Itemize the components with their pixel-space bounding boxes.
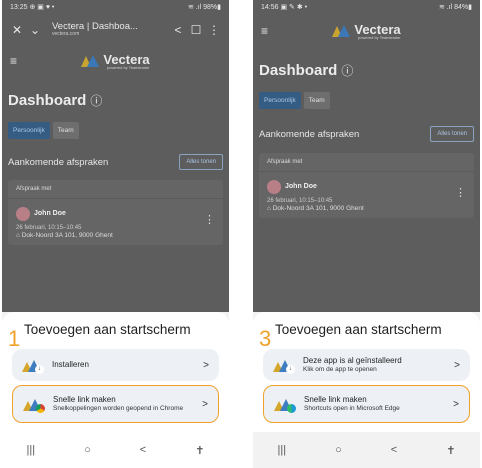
logo-sub: powered by Teamleader: [358, 34, 401, 40]
app-install-icon: ↓: [22, 356, 44, 374]
accessibility-icon[interactable]: ✝: [195, 444, 204, 457]
app-header: ≡ Vectera powered by Teamleader: [2, 46, 229, 76]
tab-team[interactable]: Team: [52, 122, 79, 139]
hamburger-menu-icon[interactable]: ≡: [261, 24, 281, 38]
appointment-card[interactable]: Afspraak met John Doe 26 februari, 10:15…: [259, 153, 474, 218]
tab-personal[interactable]: Persoonlijk: [259, 92, 301, 109]
hamburger-menu-icon[interactable]: ≡: [10, 54, 30, 68]
appointment-card[interactable]: Afspraak met John Doe 26 februari, 10:15…: [8, 180, 223, 245]
logo-sub: powered by Teamleader: [107, 64, 150, 70]
accessibility-icon[interactable]: ✝: [446, 444, 455, 457]
app-install-icon: ↓: [273, 356, 295, 374]
appointment-time: 26 februari, 10:15–10:45: [16, 225, 82, 231]
card-header: Afspraak met: [8, 180, 223, 199]
right-phone-screenshot: 14:56 ▣ ✎ ✱ • ≋ .ıl 84%▮ ≡ Vectera power…: [253, 0, 480, 468]
close-icon[interactable]: ✕: [8, 23, 26, 37]
status-bar: 13:25 ⊕ ▣ ♥ • ≋ .ıl 98%▮: [2, 0, 229, 14]
status-time: 13:25 ⊕ ▣ ♥ •: [10, 4, 55, 11]
appointment-address: ⌂ Dok-Noord 3A 101, 9000 Ghent: [16, 232, 113, 239]
attendee-name: John Doe: [34, 210, 66, 218]
info-icon[interactable]: ⓘ: [90, 94, 102, 108]
logo-mark-icon: [332, 25, 351, 37]
show-all-button[interactable]: Alles tonen: [179, 154, 223, 170]
step-number: 3: [259, 326, 272, 351]
already-installed-option[interactable]: ↓ Deze app is al geïnstalleerd Klik om d…: [263, 349, 470, 381]
logo-name: Vectera: [103, 51, 150, 67]
tab-personal[interactable]: Persoonlijk: [8, 122, 50, 139]
sheet-title: Toevoegen aan startscherm: [24, 322, 191, 337]
info-icon[interactable]: ⓘ: [341, 64, 353, 78]
more-vert-icon[interactable]: ⋮: [205, 23, 223, 37]
recents-icon[interactable]: |||: [27, 444, 36, 456]
add-to-homescreen-sheet: 3 Toevoegen aan startscherm ↓ Deze app i…: [253, 312, 480, 468]
tab-team[interactable]: Team: [303, 92, 330, 109]
show-all-button[interactable]: Alles tonen: [430, 126, 474, 142]
logo-name: Vectera: [354, 21, 401, 37]
left-phone-screenshot: 13:25 ⊕ ▣ ♥ • ≋ .ıl 98%▮ ✕ ⌄ Vectera | D…: [2, 0, 229, 468]
card-header: Afspraak met: [259, 153, 474, 172]
back-icon[interactable]: <: [391, 444, 397, 456]
status-time: 14:56 ▣ ✎ ✱ •: [261, 4, 308, 11]
home-icon[interactable]: ○: [335, 444, 342, 456]
status-bar: 14:56 ▣ ✎ ✱ • ≋ .ıl 84%▮: [253, 0, 480, 14]
status-indicators: ≋ .ıl 98%▮: [187, 4, 221, 11]
address-text: Dok-Noord 3A 101, 9000 Ghent: [272, 205, 364, 212]
section-label: Aankomende afspraken: [8, 156, 109, 168]
vectera-logo: Vectera powered by Teamleader: [281, 23, 452, 40]
chevron-down-icon[interactable]: ⌄: [26, 23, 44, 37]
step-number: 1: [8, 326, 21, 351]
vectera-logo: Vectera powered by Teamleader: [30, 53, 201, 70]
chevron-right-icon: >: [454, 359, 460, 371]
more-vert-icon[interactable]: ⋮: [455, 186, 466, 199]
tab-bar: Persoonlijk Team: [259, 92, 330, 109]
chevron-right-icon: >: [453, 398, 459, 410]
option-label: Snelle link maken: [53, 395, 116, 405]
chevron-right-icon: >: [203, 359, 209, 371]
attendee-name: John Doe: [285, 183, 317, 191]
option-label: Installeren: [52, 360, 89, 370]
option-label: Snelle link maken: [304, 395, 367, 405]
status-indicators: ≋ .ıl 84%▮: [438, 4, 472, 11]
android-nav-bar: ||| ○ < ✝: [2, 432, 229, 468]
option-label: Deze app is al geïnstalleerd: [303, 356, 402, 366]
recents-icon[interactable]: |||: [278, 444, 287, 456]
home-icon[interactable]: ○: [84, 444, 91, 456]
install-option[interactable]: ↓ Installeren >: [12, 349, 219, 381]
bookmark-icon[interactable]: ☐: [187, 23, 205, 37]
dashboard-title: Dashboard ⓘ: [8, 92, 102, 109]
edge-shortcut-icon: [274, 395, 296, 413]
browser-title[interactable]: Vectera | Dashboa... vectera.com: [44, 22, 169, 38]
sheet-title: Toevoegen aan startscherm: [275, 322, 442, 337]
page-url: vectera.com: [52, 31, 80, 38]
add-to-homescreen-sheet: 1 Toevoegen aan startscherm ↓ Installere…: [2, 312, 229, 468]
dashboard-title-text: Dashboard: [259, 62, 338, 79]
more-vert-icon[interactable]: ⋮: [204, 213, 215, 226]
avatar: [267, 179, 281, 194]
dashboard-title-text: Dashboard: [8, 92, 87, 109]
quick-link-option[interactable]: Snelle link maken Snelkoppelingen worden…: [12, 385, 219, 423]
back-icon[interactable]: <: [140, 444, 146, 456]
chevron-right-icon: >: [202, 398, 208, 410]
chrome-shortcut-icon: [23, 395, 45, 413]
app-header: ≡ Vectera powered by Teamleader: [253, 16, 480, 46]
browser-toolbar: ✕ ⌄ Vectera | Dashboa... vectera.com < ☐…: [2, 14, 229, 46]
section-label: Aankomende afspraken: [259, 128, 360, 140]
share-icon[interactable]: <: [169, 23, 187, 37]
quick-link-option[interactable]: Snelle link maken Shortcuts open in Micr…: [263, 385, 470, 423]
address-text: Dok-Noord 3A 101, 9000 Ghent: [21, 232, 113, 239]
option-sublabel: Klik om de app te openen: [303, 365, 377, 373]
logo-mark-icon: [81, 55, 100, 67]
android-nav-bar: ||| ○ < ✝: [253, 432, 480, 468]
upcoming-section-header: Aankomende afspraken Alles tonen: [8, 154, 223, 170]
avatar: [16, 206, 30, 221]
option-sublabel: Shortcuts open in Microsoft Edge: [304, 404, 400, 412]
tab-bar: Persoonlijk Team: [8, 122, 79, 139]
dashboard-title: Dashboard ⓘ: [259, 62, 353, 79]
upcoming-section-header: Aankomende afspraken Alles tonen: [259, 126, 474, 142]
appointment-time: 26 februari, 10:15–10:45: [267, 198, 333, 204]
appointment-address: ⌂ Dok-Noord 3A 101, 9000 Ghent: [267, 205, 364, 212]
option-sublabel: Snelkoppelingen worden geopend in Chrome: [53, 404, 184, 412]
